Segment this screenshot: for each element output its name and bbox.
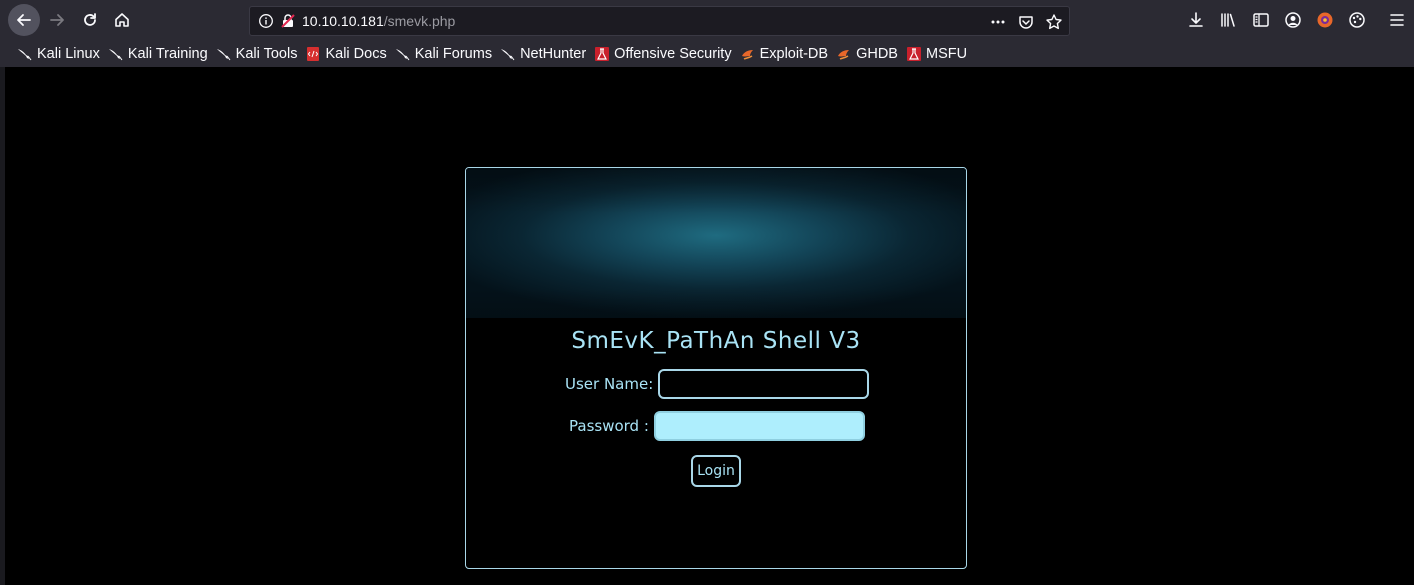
url-actions <box>989 12 1063 32</box>
bookmark-label: GHDB <box>856 46 898 62</box>
arrow-right-icon <box>50 14 64 26</box>
banner-image <box>466 168 966 318</box>
library-icon[interactable] <box>1219 11 1237 29</box>
bookmark-kali-docs[interactable]: Kali Docs <box>302 42 391 66</box>
offsec-icon <box>594 46 610 62</box>
bookmark-label: Kali Docs <box>325 46 387 62</box>
palette-icon[interactable] <box>1348 11 1366 29</box>
login-button[interactable]: Login <box>691 455 741 487</box>
kali-dragon-icon <box>216 46 232 62</box>
kali-dragon-icon <box>500 46 516 62</box>
insecure-lock-icon[interactable] <box>280 13 296 29</box>
exploitdb-icon <box>836 46 852 62</box>
bookmark-label: Kali Forums <box>414 46 493 62</box>
page-content: SmEvK_PaThAn Shell V3 User Name: Passwor… <box>0 67 1414 585</box>
bookmarks-toolbar: Kali Linux Kali Training Kali Tools Kali Do… <box>0 41 1414 68</box>
bookmark-label: Exploit-DB <box>759 46 829 62</box>
username-row: User Name: <box>565 369 870 399</box>
bookmark-label: MSFU <box>925 46 968 62</box>
back-button[interactable] <box>8 4 40 36</box>
password-label: Password : <box>569 417 649 435</box>
username-input[interactable] <box>658 369 870 399</box>
kali-dragon-icon <box>108 46 124 62</box>
bookmark-offensive-security[interactable]: Offensive Security <box>591 42 736 66</box>
bookmarks-list: Kali Linux Kali Training Kali Tools Kali Do… <box>14 41 972 67</box>
bookmark-exploit-db[interactable]: Exploit-DB <box>737 42 834 66</box>
url-text[interactable]: 10.10.10.181/smevk.php <box>302 13 455 29</box>
sidebar-icon[interactable] <box>1252 11 1270 29</box>
shell-title: SmEvK_PaThAn Shell V3 <box>571 328 861 354</box>
info-icon[interactable] <box>258 13 274 29</box>
hamburger-menu-icon[interactable] <box>1388 11 1406 29</box>
browser-toolbar: 10.10.10.181/smevk.php <box>0 0 1414 41</box>
url-bar[interactable]: 10.10.10.181/smevk.php <box>249 6 1070 36</box>
account-icon[interactable] <box>1284 11 1302 29</box>
bookmark-star-icon[interactable] <box>1045 13 1063 31</box>
bookmark-kali-linux[interactable]: Kali Linux <box>14 42 105 66</box>
home-icon <box>115 13 129 27</box>
reload-button[interactable] <box>75 5 105 35</box>
bookmark-kali-forums[interactable]: Kali Forums <box>392 42 497 66</box>
url-path: /smevk.php <box>383 13 456 29</box>
bookmark-msfu[interactable]: MSFU <box>903 42 972 66</box>
bookmark-label: Kali Linux <box>37 46 100 62</box>
forward-button[interactable] <box>42 5 72 35</box>
bookmark-label: Offensive Security <box>614 46 732 62</box>
bookmark-label: NetHunter <box>520 46 587 62</box>
arrow-left-icon <box>17 14 31 26</box>
bookmark-label: Kali Tools <box>235 46 298 62</box>
username-label: User Name: <box>565 375 654 393</box>
bookmark-label: Kali Training <box>127 46 208 62</box>
pocket-icon[interactable] <box>1017 13 1035 31</box>
exploitdb-icon <box>740 46 756 62</box>
bookmark-nethunter[interactable]: NetHunter <box>497 42 591 66</box>
home-button[interactable] <box>107 5 137 35</box>
kali-dragon-icon <box>17 46 33 62</box>
password-input[interactable] <box>653 411 865 441</box>
extension-icon[interactable] <box>1316 11 1334 29</box>
page-actions-icon[interactable] <box>989 13 1007 31</box>
password-row: Password : <box>569 411 865 441</box>
url-host: 10.10.10.181 <box>302 13 384 29</box>
offsec-icon <box>906 46 922 62</box>
bookmark-kali-tools[interactable]: Kali Tools <box>213 42 303 66</box>
kali-dragon-icon <box>395 46 411 62</box>
download-icon[interactable] <box>1187 11 1205 29</box>
reload-icon <box>84 13 96 26</box>
bookmark-kali-training[interactable]: Kali Training <box>105 42 213 66</box>
bookmark-ghdb[interactable]: GHDB <box>833 42 903 66</box>
login-panel: SmEvK_PaThAn Shell V3 User Name: Passwor… <box>465 167 967 569</box>
kali-docs-icon <box>305 46 321 62</box>
